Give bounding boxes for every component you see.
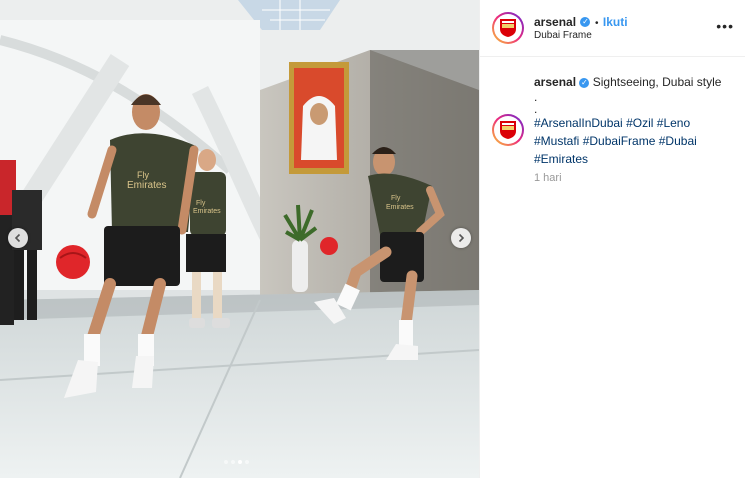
- header-title-row: arsenal ✓ • Ikuti: [534, 13, 628, 31]
- hashtag-list: #ArsenalInDubai #Ozil #Leno #Mustafi #Du…: [534, 114, 704, 168]
- verified-badge-icon: ✓: [579, 77, 590, 88]
- verified-badge-icon: ✓: [580, 16, 591, 27]
- hashtag-link[interactable]: #DubaiFrame: [583, 134, 656, 148]
- chevron-right-icon: [458, 233, 465, 243]
- caption-text: Sightseeing, Dubai style: [592, 75, 722, 89]
- caption-dot: .: [534, 90, 538, 104]
- separator: •: [594, 18, 599, 29]
- carousel-dot: [231, 460, 235, 464]
- shirt-sponsor: Fly: [137, 170, 149, 180]
- account-username[interactable]: arsenal: [534, 15, 576, 29]
- carousel-next-button[interactable]: [451, 228, 471, 248]
- carousel-dot: [245, 460, 249, 464]
- hashtag-link[interactable]: #Mustafi: [534, 134, 579, 148]
- shirt-sponsor: Emirates: [127, 180, 166, 191]
- football: [56, 245, 90, 279]
- arsenal-crest-icon: [500, 121, 516, 139]
- svg-text:Emirates: Emirates: [386, 204, 414, 211]
- caption: arsenal ✓ Sightseeing, Dubai style . .: [534, 73, 734, 115]
- wall-portrait: [289, 62, 349, 174]
- avatar[interactable]: [492, 12, 524, 44]
- hashtag-link[interactable]: #Ozil: [626, 116, 653, 130]
- instagram-post: Fly Emirates Fly Emirates Fly Emirates a…: [0, 0, 745, 478]
- caption-author[interactable]: arsenal: [534, 75, 576, 89]
- shirt-sponsor: Emirates: [193, 208, 221, 215]
- photo-scene: Fly Emirates Fly Emirates Fly Emirates: [0, 0, 479, 478]
- follow-button[interactable]: Ikuti: [603, 15, 628, 29]
- location-link[interactable]: Dubai Frame: [534, 30, 592, 41]
- shirt-sponsor: Fly: [196, 200, 206, 207]
- carousel-dot-active: [238, 460, 242, 464]
- more-options-icon[interactable]: •••: [716, 18, 734, 34]
- carousel-prev-button[interactable]: [8, 228, 28, 248]
- hashtag-link[interactable]: #Dubai: [659, 134, 697, 148]
- svg-text:Fly: Fly: [391, 195, 401, 202]
- comment-avatar[interactable]: [492, 114, 524, 146]
- carousel-dot: [224, 460, 228, 464]
- hashtag-link[interactable]: #Leno: [657, 116, 690, 130]
- post-photo[interactable]: Fly Emirates Fly Emirates Fly Emirates: [0, 0, 479, 478]
- timestamp[interactable]: 1 hari: [534, 172, 562, 184]
- hashtag-link[interactable]: #ArsenalInDubai: [534, 116, 623, 130]
- carousel-indicator: [224, 460, 249, 464]
- post-side-panel: arsenal ✓ • Ikuti Dubai Frame ••• arsena…: [479, 0, 745, 478]
- hashtag-link[interactable]: #Emirates: [534, 152, 588, 166]
- arsenal-crest-icon: [500, 19, 516, 37]
- football: [320, 237, 338, 255]
- post-header: arsenal ✓ • Ikuti Dubai Frame •••: [480, 0, 745, 57]
- chevron-left-icon: [14, 233, 21, 243]
